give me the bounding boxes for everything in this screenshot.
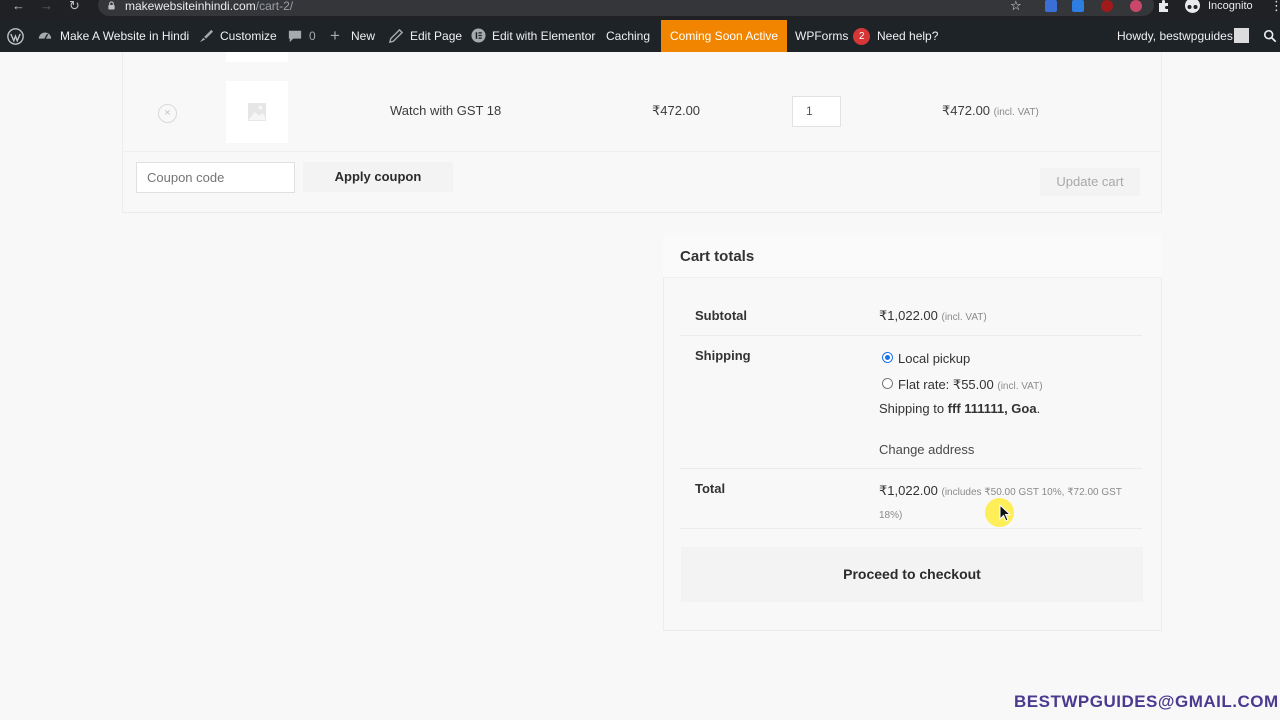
page-content: × Watch with GST 18 ₹472.00 1 ₹472.00 (i…	[0, 52, 1280, 720]
menu-icon[interactable]: ⋮	[1270, 0, 1280, 14]
product-price: ₹472.00	[652, 103, 701, 118]
forward-icon[interactable]: →	[40, 0, 53, 14]
search-icon[interactable]	[1263, 29, 1277, 43]
coupon-code-input[interactable]	[136, 162, 295, 193]
flat-rate-radio[interactable]	[882, 378, 893, 389]
cart-totals-title: Cart totals	[680, 248, 755, 265]
subtotal-suffix: (incl. VAT)	[941, 312, 987, 323]
wp-admin-bar: Make A Website in Hindi Customize 0 + Ne…	[0, 20, 1280, 52]
totals-divider	[680, 468, 1142, 469]
product-thumbnail[interactable]	[226, 81, 288, 143]
browser-toolbar: ← → ↻ makewebsiteinhindi.com/cart-2/ ☆ I…	[0, 0, 1280, 20]
quantity-input[interactable]: 1	[792, 96, 841, 127]
wordpress-logo-icon[interactable]	[7, 28, 24, 45]
howdy-user-link[interactable]: Howdy, bestwpguides	[1117, 20, 1233, 52]
proceed-to-checkout-button[interactable]: Proceed to checkout	[681, 547, 1143, 602]
comment-icon	[288, 30, 302, 43]
order-total-amount: ₹1,022.00	[879, 483, 938, 498]
url-path: /cart-2/	[255, 0, 294, 13]
shipping-to-end: .	[1036, 401, 1041, 416]
local-pickup-radio[interactable]	[882, 352, 893, 363]
line-subtotal-value: ₹472.00	[942, 103, 991, 118]
line-subtotal: ₹472.00 (incl. VAT)	[942, 103, 1039, 119]
coming-soon-badge[interactable]: Coming Soon Active	[661, 20, 788, 52]
remove-item-button[interactable]: ×	[158, 104, 177, 123]
customize-link[interactable]: Customize	[220, 20, 277, 52]
brush-icon	[199, 29, 213, 43]
extension-s-icon[interactable]	[1072, 0, 1084, 12]
shipping-label: Shipping	[695, 348, 751, 363]
shipping-destination: Shipping to fff 111111, Goa.	[879, 401, 1040, 416]
local-pickup-label[interactable]: Local pickup	[898, 351, 970, 366]
subtotal-amount: ₹1,022.00	[879, 308, 938, 323]
flat-rate-name: Flat rate:	[898, 377, 953, 392]
product-name-link[interactable]: Watch with GST 18	[390, 103, 501, 118]
row-divider	[122, 151, 1162, 152]
mouse-cursor-icon	[999, 504, 1011, 522]
need-help-link[interactable]: Need help?	[877, 20, 938, 52]
totals-divider	[680, 528, 1142, 529]
url-host: makewebsiteinhindi.com	[125, 0, 256, 13]
caching-link[interactable]: Caching	[606, 20, 650, 52]
subtotal-value: ₹1,022.00 (incl. VAT)	[879, 308, 987, 324]
update-cart-button[interactable]: Update cart	[1040, 168, 1140, 196]
wpforms-link[interactable]: WPForms 2	[795, 20, 871, 52]
previous-row-thumbnail	[226, 52, 288, 62]
comments-count[interactable]: 0	[309, 20, 316, 52]
apply-coupon-button[interactable]: Apply coupon	[303, 162, 453, 192]
extension-ublock-icon[interactable]	[1101, 0, 1113, 12]
incognito-label: Incognito	[1208, 0, 1253, 12]
image-placeholder-icon	[248, 103, 266, 121]
url-text: makewebsiteinhindi.com/cart-2/	[125, 0, 293, 12]
incognito-icon	[1185, 0, 1200, 13]
totals-divider	[680, 335, 1142, 336]
flat-rate-price: ₹55.00	[952, 377, 994, 392]
wpforms-label: WPForms	[795, 29, 849, 43]
edit-elementor-link[interactable]: Edit with Elementor	[492, 20, 595, 52]
lock-icon	[108, 1, 115, 10]
site-name-link[interactable]: Make A Website in Hindi	[60, 20, 189, 52]
dashboard-icon	[38, 32, 52, 39]
puzzle-icon[interactable]	[1157, 0, 1170, 12]
flat-rate-label[interactable]: Flat rate: ₹55.00 (incl. VAT)	[898, 377, 1043, 393]
avatar[interactable]	[1234, 28, 1249, 43]
shipping-address: fff 111111, Goa	[947, 401, 1037, 416]
shipping-to-prefix: Shipping to	[879, 401, 948, 416]
wpforms-count-badge: 2	[853, 28, 871, 45]
total-label: Total	[695, 481, 726, 496]
reload-icon[interactable]: ↻	[69, 0, 80, 14]
extension-shield-icon[interactable]	[1045, 0, 1057, 12]
watermark-email: BESTWPGUIDES@GMAIL.COM	[1014, 692, 1279, 711]
extension-globe-icon[interactable]	[1130, 0, 1142, 12]
edit-page-link[interactable]: Edit Page	[410, 20, 462, 52]
change-address-link[interactable]: Change address	[879, 442, 974, 457]
plus-icon: +	[330, 26, 340, 45]
elementor-icon	[471, 28, 486, 43]
line-subtotal-suffix: (incl. VAT)	[993, 107, 1039, 118]
subtotal-label: Subtotal	[695, 308, 747, 323]
back-icon[interactable]: ←	[12, 0, 25, 14]
star-icon[interactable]: ☆	[1010, 0, 1022, 14]
flat-rate-suffix: (incl. VAT)	[997, 381, 1043, 392]
new-content-link[interactable]: New	[351, 20, 375, 52]
pencil-icon	[389, 29, 403, 43]
